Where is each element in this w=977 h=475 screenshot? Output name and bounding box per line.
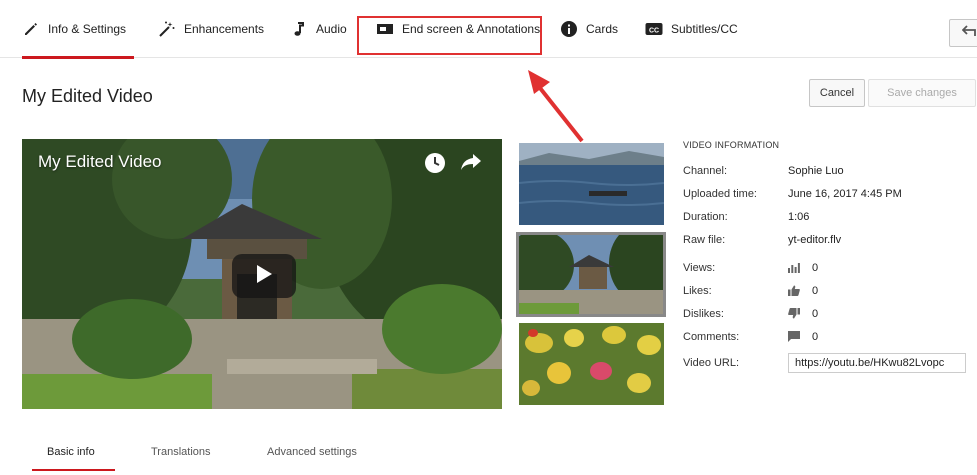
tab-label: Enhancements: [184, 22, 265, 36]
tab-end-screen-annotations[interactable]: End screen & Annotations: [376, 0, 540, 58]
tab-cards[interactable]: Cards: [560, 0, 618, 58]
share-icon[interactable]: [460, 152, 482, 177]
channel-value: Sophie Luo: [788, 164, 844, 177]
raw-file-label: Raw file:: [683, 233, 726, 246]
duration-row: Duration: 1:06: [683, 205, 973, 228]
video-information-heading: VIDEO INFORMATION: [683, 140, 780, 150]
thumbs-down-icon: [788, 307, 804, 321]
subtab-basic-info[interactable]: Basic info: [32, 446, 115, 471]
duration-value: 1:06: [788, 210, 810, 223]
play-icon: [255, 264, 273, 289]
annotation-arrow: [528, 70, 584, 143]
magic-wand-icon: [158, 20, 176, 38]
likes-row: Likes: 0: [683, 279, 973, 302]
video-url-row: Video URL:: [683, 351, 973, 374]
views-row: Views: 0: [683, 256, 973, 279]
views-label: Views:: [683, 261, 716, 274]
tab-enhancements[interactable]: Enhancements: [158, 0, 264, 58]
uploaded-row: Uploaded time: June 16, 2017 4:45 PM: [683, 182, 973, 205]
uploaded-label: Uploaded time:: [683, 187, 757, 200]
dislikes-value: 0: [812, 307, 819, 320]
video-player[interactable]: My Edited Video: [22, 139, 502, 409]
likes-label: Likes:: [683, 284, 712, 297]
channel-label: Channel:: [683, 164, 728, 177]
tab-info-settings[interactable]: Info & Settings: [22, 0, 134, 59]
thumbnail-option-1[interactable]: [519, 143, 664, 225]
comments-value: 0: [812, 330, 819, 343]
cc-icon: CC: [645, 20, 663, 38]
play-button[interactable]: [232, 254, 296, 298]
video-url-field[interactable]: [788, 352, 966, 373]
channel-row: Channel: Sophie Luo: [683, 159, 973, 182]
likes-value: 0: [812, 284, 819, 297]
end-screen-icon: [376, 20, 394, 38]
thumbnail-image: [519, 143, 664, 225]
cancel-button[interactable]: Cancel: [809, 79, 865, 107]
tab-label: Info & Settings: [48, 22, 127, 36]
watch-later-icon[interactable]: [424, 152, 446, 179]
tab-label: Audio: [316, 22, 347, 36]
back-button[interactable]: [949, 19, 977, 47]
back-arrow-icon: [961, 24, 976, 42]
tab-label: Cards: [586, 22, 619, 36]
thumbnail-option-2-selected[interactable]: [516, 232, 666, 317]
thumbnail-image: [519, 235, 663, 314]
info-circle-icon: [560, 20, 578, 38]
comment-icon: [788, 330, 804, 344]
tab-label: Subtitles/CC: [671, 22, 738, 36]
settings-subtabs: Basic info Translations Advanced setting…: [0, 436, 977, 475]
raw-file-value: yt-editor.flv: [788, 233, 842, 246]
player-title: My Edited Video: [38, 152, 162, 171]
duration-label: Duration:: [683, 210, 728, 223]
music-note-icon: [290, 20, 308, 38]
comments-label: Comments:: [683, 330, 740, 343]
tab-audio[interactable]: Audio: [290, 0, 347, 58]
comments-row: Comments: 0: [683, 325, 973, 348]
video-information-panel: VIDEO INFORMATION Channel: Sophie Luo Up…: [683, 140, 973, 374]
views-value: 0: [812, 261, 819, 274]
svg-text:CC: CC: [649, 27, 659, 34]
video-url-label: Video URL:: [683, 356, 740, 369]
dislikes-label: Dislikes:: [683, 307, 724, 320]
uploaded-value: June 16, 2017 4:45 PM: [788, 187, 902, 200]
thumbs-up-icon: [788, 284, 804, 298]
bar-chart-icon: [788, 261, 804, 275]
save-changes-button[interactable]: Save changes: [868, 79, 976, 107]
dislikes-row: Dislikes: 0: [683, 302, 973, 325]
subtab-advanced-settings[interactable]: Advanced settings: [267, 446, 357, 470]
pencil-icon: [22, 20, 40, 38]
raw-file-row: Raw file: yt-editor.flv: [683, 228, 973, 251]
thumbnail-image: [519, 323, 664, 405]
tab-label: End screen & Annotations: [402, 22, 541, 36]
editor-tab-bar: Info & Settings Enhancements Audio End s…: [0, 0, 977, 59]
thumbnail-option-3[interactable]: [519, 323, 664, 405]
tab-subtitles-cc[interactable]: CC Subtitles/CC: [645, 0, 738, 58]
subtab-translations[interactable]: Translations: [151, 446, 211, 470]
page-title: My Edited Video: [22, 86, 153, 106]
